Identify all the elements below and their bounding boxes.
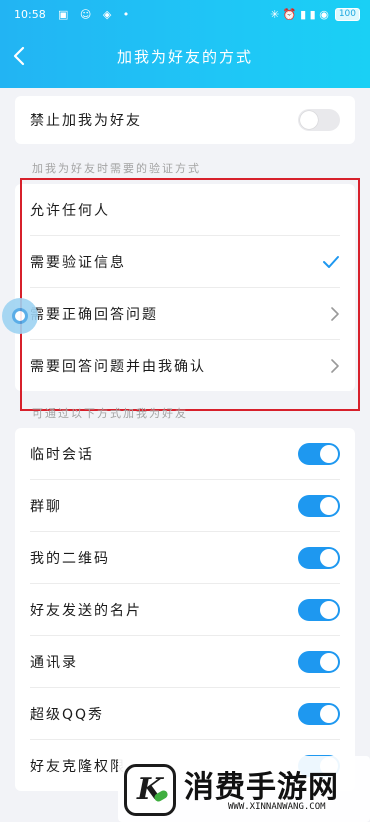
verification-option-answer-and-confirm[interactable]: 需要回答问题并由我确认 <box>30 340 340 391</box>
chevron-right-icon <box>331 358 339 373</box>
option-label: 允许任何人 <box>30 202 110 219</box>
verification-options-card: 允许任何人 需要验证信息 需要正确回答问题 需要回答问题并由我确认 <box>15 184 355 391</box>
friend-sources-card: 临时会话 群聊 我的二维码 好友发送的名片 通讯录 超级QQ秀 好友克隆权限 <box>15 428 355 791</box>
verification-section-label: 加我为好友时需要的验证方式 <box>32 162 201 175</box>
battery-icon: 100 <box>334 8 360 21</box>
qr-code-toggle[interactable] <box>298 546 340 569</box>
watermark-name: 消费手游网 <box>184 770 339 805</box>
verification-option-answer-question[interactable]: 需要正确回答问题 <box>30 288 340 340</box>
watermark-url: WWW.XINNANWANG.COM <box>228 802 326 812</box>
option-label: 需要验证信息 <box>30 254 126 271</box>
source-row-qr-code: 我的二维码 <box>30 532 340 584</box>
notification-icons: ▣ ☺ ◈ • <box>58 8 134 21</box>
source-row-super-qq-show: 超级QQ秀 <box>30 688 340 740</box>
contacts-toggle[interactable] <box>298 650 340 673</box>
chevron-right-icon <box>331 306 339 321</box>
source-row-business-card: 好友发送的名片 <box>30 584 340 636</box>
source-label: 我的二维码 <box>30 550 110 567</box>
verification-option-require-message[interactable]: 需要验证信息 <box>30 236 340 288</box>
verification-option-allow-anyone[interactable]: 允许任何人 <box>30 184 340 236</box>
checkmark-icon <box>323 255 339 268</box>
floating-assistant-ball[interactable] <box>2 298 38 334</box>
super-qq-show-toggle[interactable] <box>298 702 340 725</box>
block-friend-toggle[interactable] <box>298 109 340 131</box>
signal-icons: ✳ ⏰ ▮ ▮ ◉ <box>270 8 329 21</box>
app-header: 10:58 ▣ ☺ ◈ • ✳ ⏰ ▮ ▮ ◉ 100 加我为好友的方式 <box>0 0 370 88</box>
sources-section-label: 可通过以下方式加我为好友 <box>32 407 188 420</box>
source-row-temp-chat: 临时会话 <box>30 428 340 480</box>
watermark-logo: K <box>124 764 176 816</box>
source-label: 群聊 <box>30 498 62 515</box>
source-row-group-chat: 群聊 <box>30 480 340 532</box>
system-icons: ✳ ⏰ ▮ ▮ ◉ 100 <box>270 8 360 21</box>
block-friend-label: 禁止加我为好友 <box>30 113 142 129</box>
assistant-ball-icon <box>12 308 28 324</box>
block-friend-card: 禁止加我为好友 <box>15 96 355 144</box>
block-friend-row: 禁止加我为好友 <box>30 96 340 144</box>
status-time: 10:58 <box>14 8 46 21</box>
business-card-toggle[interactable] <box>298 598 340 621</box>
group-chat-toggle[interactable] <box>298 494 340 517</box>
status-bar: 10:58 ▣ ☺ ◈ • ✳ ⏰ ▮ ▮ ◉ 100 <box>14 8 360 26</box>
site-watermark: K 消费手游网 WWW.XINNANWANG.COM <box>118 756 370 822</box>
page-title: 加我为好友的方式 <box>116 48 253 66</box>
option-label: 需要回答问题并由我确认 <box>30 358 206 375</box>
source-label: 通讯录 <box>30 654 78 671</box>
option-label: 需要正确回答问题 <box>30 306 158 323</box>
temp-chat-toggle[interactable] <box>298 442 340 465</box>
source-row-contacts: 通讯录 <box>30 636 340 688</box>
source-label: 临时会话 <box>30 446 94 463</box>
source-label: 超级QQ秀 <box>30 706 105 723</box>
nav-bar: 加我为好友的方式 <box>0 40 370 74</box>
source-label: 好友发送的名片 <box>30 602 142 619</box>
